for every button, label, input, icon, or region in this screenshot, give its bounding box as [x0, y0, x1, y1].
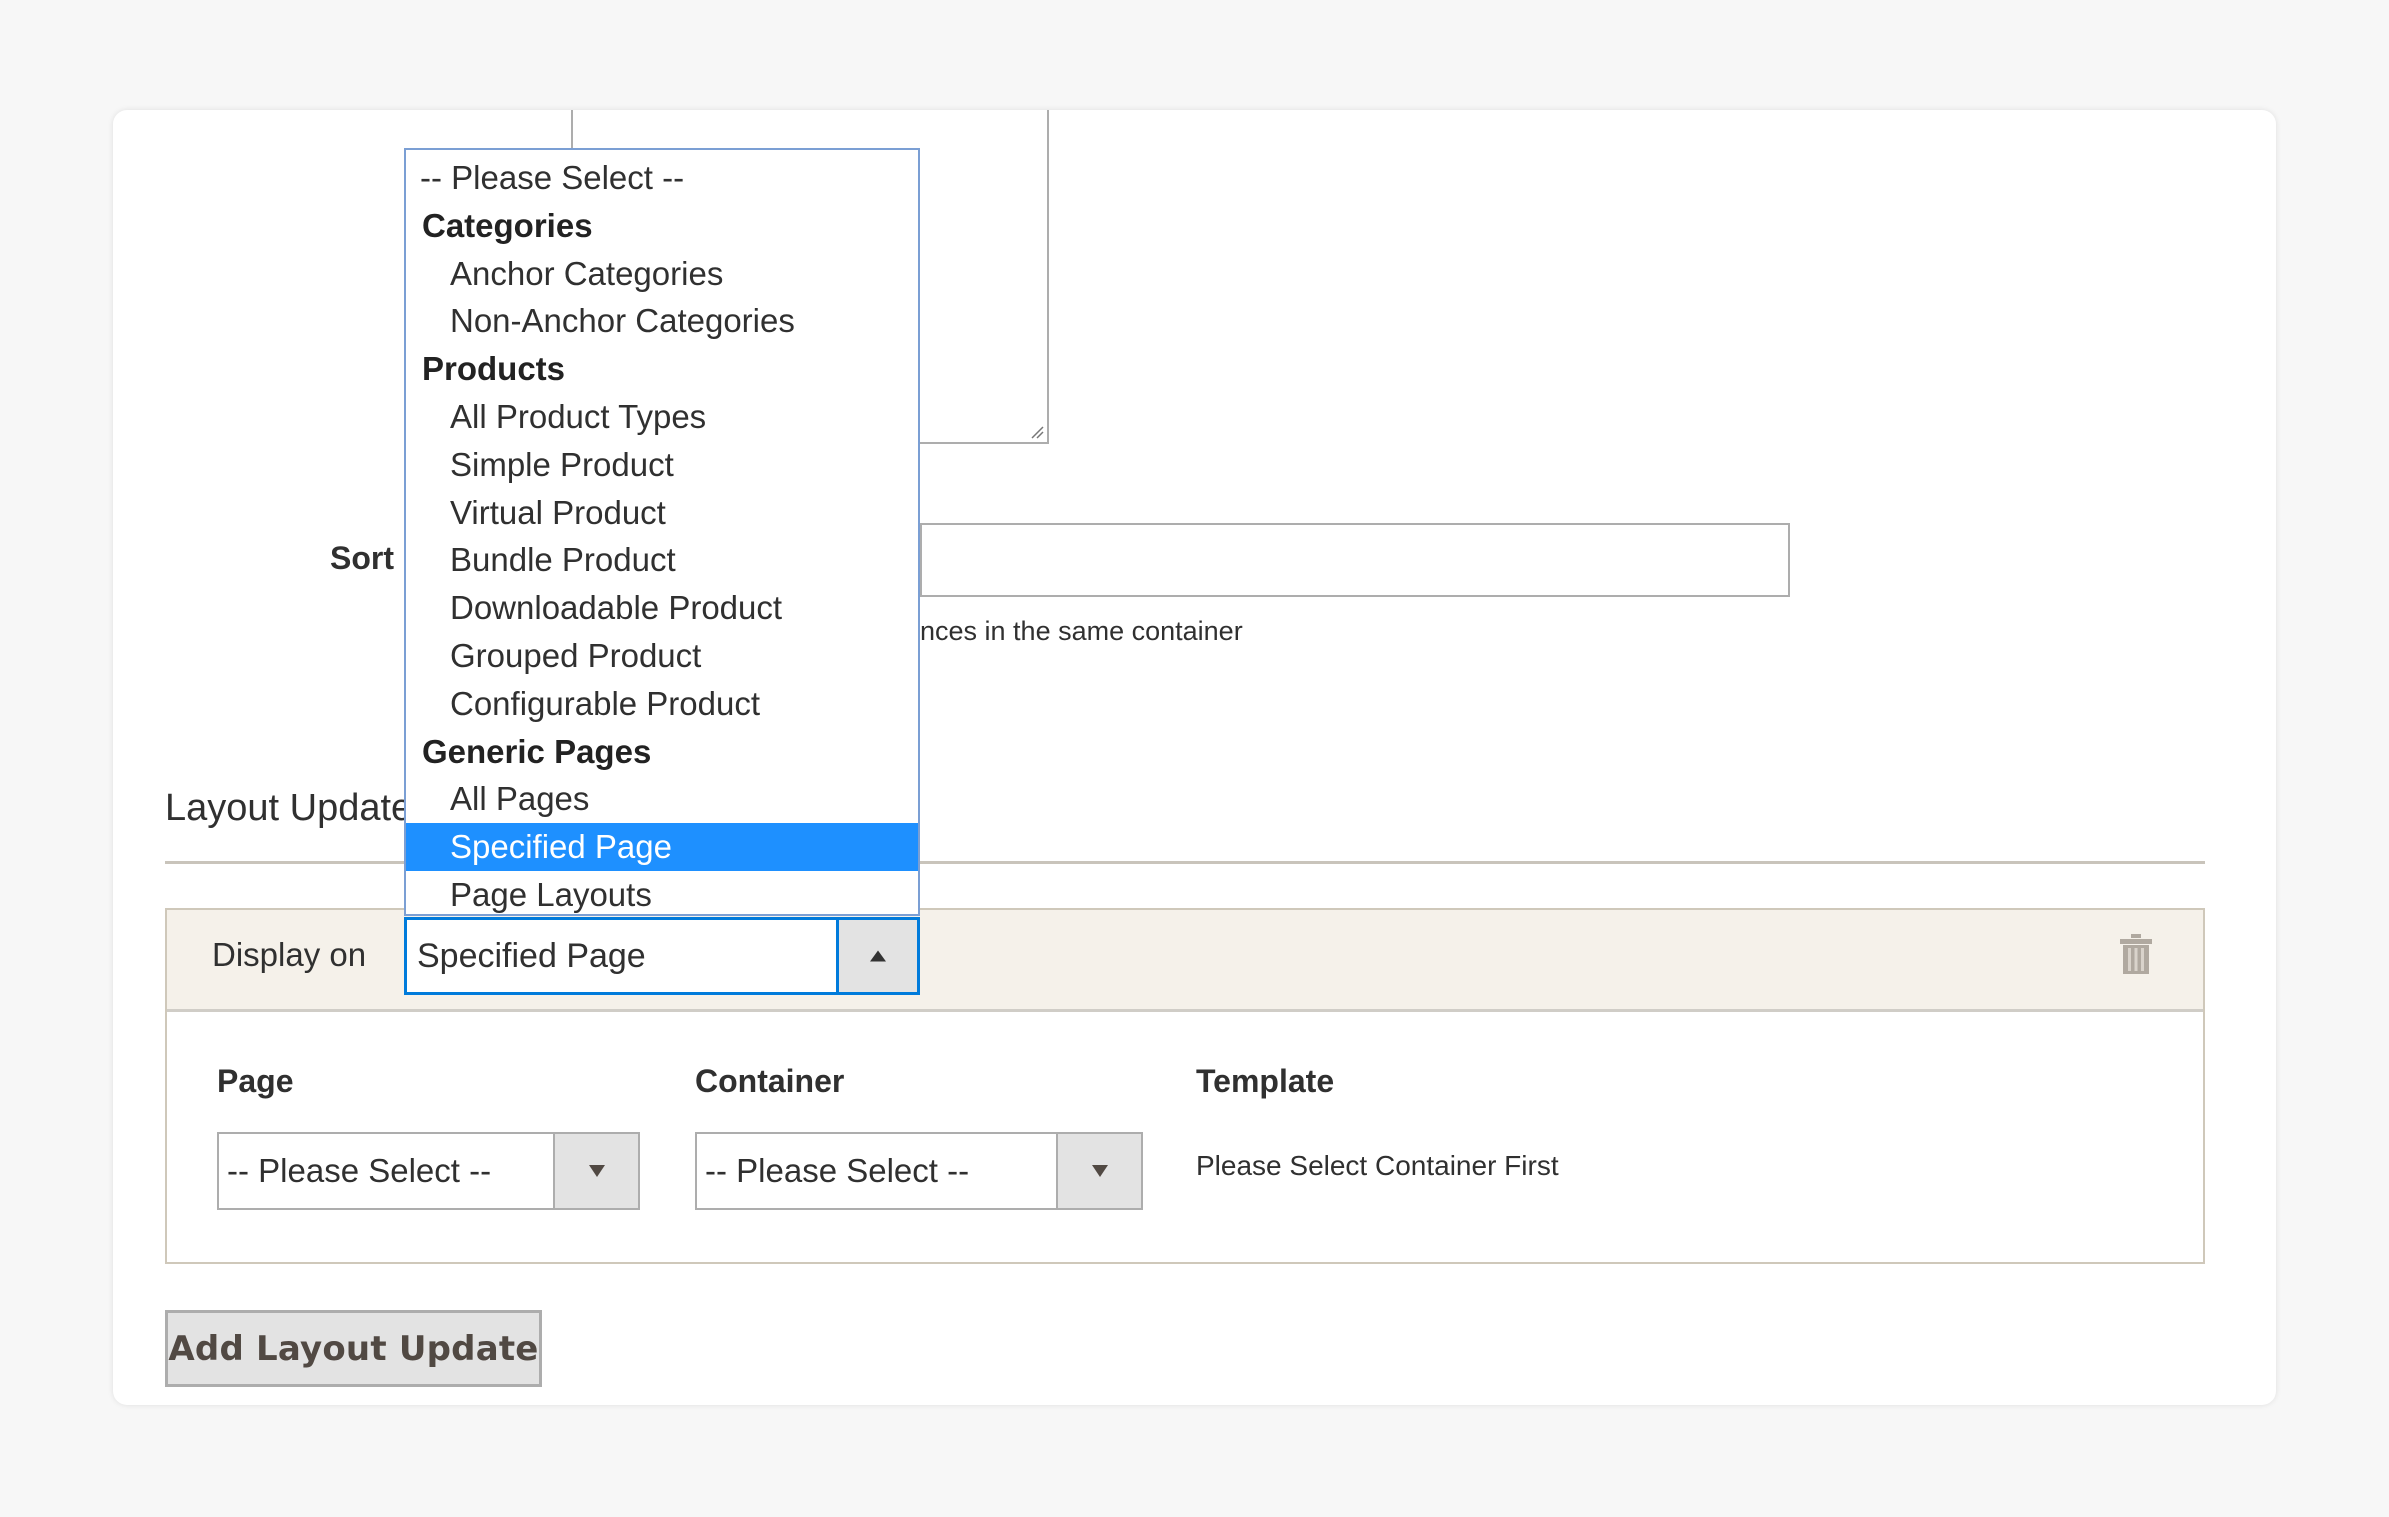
dropdown-option[interactable]: -- Please Select --	[406, 154, 918, 202]
trash-icon[interactable]	[2119, 932, 2153, 976]
dropdown-option[interactable]: Grouped Product	[406, 632, 918, 680]
template-label: Template	[1196, 1063, 1335, 1099]
display-on-select-toggle[interactable]	[836, 920, 917, 992]
page-select-value: -- Please Select --	[227, 1152, 492, 1189]
chevron-down-icon	[588, 1165, 605, 1177]
add-layout-update-button[interactable]: Add Layout Update	[165, 1310, 542, 1387]
dropdown-option[interactable]: All Product Types	[406, 393, 918, 441]
chevron-down-icon	[1091, 1165, 1108, 1177]
dropdown-option[interactable]: All Pages	[406, 775, 918, 823]
resize-grip-icon[interactable]	[1030, 425, 1044, 439]
container-select-toggle[interactable]	[1056, 1134, 1141, 1208]
dropdown-option[interactable]: Configurable Product	[406, 680, 918, 728]
dropdown-optgroup-label: Generic Pages	[422, 732, 652, 770]
container-label: Container	[695, 1063, 845, 1099]
container-select-value: -- Please Select --	[705, 1152, 970, 1189]
page-select[interactable]: -- Please Select --	[217, 1132, 640, 1210]
chevron-up-icon	[870, 950, 886, 962]
page-label: Page	[217, 1063, 294, 1099]
dropdown-option[interactable]: Anchor Categories	[406, 250, 918, 298]
sort-order-input[interactable]	[920, 523, 1790, 597]
dropdown-option[interactable]: Specified Page	[406, 823, 918, 871]
display-on-select[interactable]: Specified Page	[404, 917, 920, 995]
page-select-toggle[interactable]	[553, 1134, 638, 1208]
dropdown-option[interactable]: Bundle Product	[406, 536, 918, 584]
dropdown-option[interactable]: Downloadable Product	[406, 584, 918, 632]
sort-order-label: Sort	[330, 540, 394, 576]
section-title-layout-updates: Layout Updates	[165, 787, 432, 829]
dropdown-option[interactable]: Non-Anchor Categories	[406, 297, 918, 345]
container-select[interactable]: -- Please Select --	[695, 1132, 1143, 1210]
display-on-select-box[interactable]: Specified Page	[404, 917, 920, 995]
dropdown-optgroup-label: Categories	[422, 206, 593, 244]
dropdown-option[interactable]: Simple Product	[406, 441, 918, 489]
dropdown-optgroup-label: Products	[422, 350, 566, 388]
display-on-label: Display on	[212, 936, 367, 973]
sort-order-note: nces in the same container	[920, 616, 1243, 646]
dropdown-option[interactable]: Page Layouts	[406, 871, 918, 919]
dropdown-option[interactable]: Virtual Product	[406, 489, 918, 537]
display-on-select-value: Specified Page	[417, 937, 646, 975]
template-note: Please Select Container First	[1196, 1150, 1559, 1181]
display-on-dropdown-list[interactable]: -- Please Select -- Categories Anchor Cate…	[404, 148, 920, 916]
